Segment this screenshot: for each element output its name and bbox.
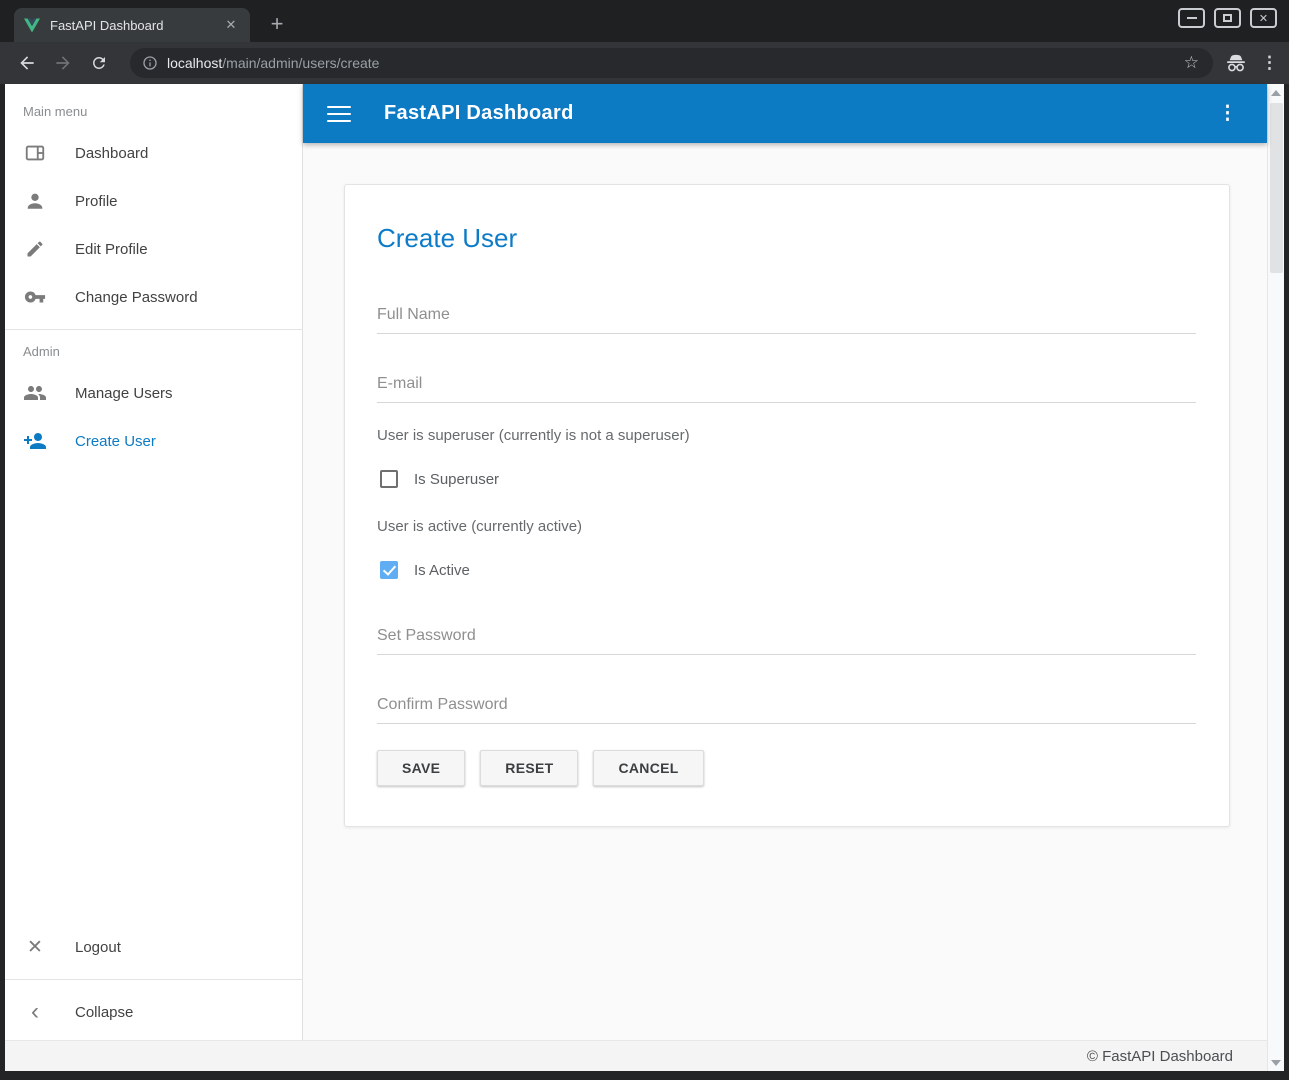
close-icon: ✕ — [1259, 12, 1268, 25]
sidebar-item-label: Logout — [75, 939, 121, 956]
tab-title: FastAPI Dashboard — [50, 18, 222, 33]
app-title: FastAPI Dashboard — [384, 102, 1218, 125]
bookmark-star-icon[interactable]: ☆ — [1182, 53, 1201, 73]
sidebar-bottom: ✕ Logout ‹ Collapse — [5, 923, 302, 1040]
scroll-down-icon — [1271, 1060, 1281, 1066]
checkbox-label: Is Superuser — [414, 471, 499, 488]
incognito-icon — [1225, 54, 1247, 72]
appbar-menu-icon[interactable]: ⋮ — [1218, 102, 1237, 125]
page-footer: © FastAPI Dashboard — [5, 1040, 1267, 1071]
pencil-icon — [23, 237, 47, 261]
page-title: Create User — [377, 223, 1196, 254]
sidebar-item-label: Manage Users — [75, 385, 173, 402]
main-area: FastAPI Dashboard ⋮ Create User — [303, 84, 1267, 1040]
active-hint: User is active (currently active) — [377, 518, 1196, 535]
scroll-down-arrow[interactable] — [1268, 1054, 1285, 1071]
checkbox-label: Is Active — [414, 562, 470, 579]
back-button[interactable] — [12, 48, 42, 78]
maximize-icon — [1223, 14, 1232, 22]
sidebar-item-manage-users[interactable]: Manage Users — [5, 369, 302, 417]
browser-menu-icon[interactable]: ⋮ — [1261, 53, 1277, 73]
full-name-input[interactable] — [377, 306, 1196, 334]
confirm-password-field — [377, 696, 1196, 724]
page-content: Create User User is superuser (currently… — [303, 143, 1267, 1040]
minimize-icon — [1187, 17, 1197, 19]
browser-tab[interactable]: FastAPI Dashboard ✕ — [14, 8, 250, 42]
sidebar-divider — [5, 329, 302, 330]
scrollbar[interactable] — [1267, 84, 1284, 1071]
people-icon — [23, 381, 47, 405]
tab-strip: FastAPI Dashboard ✕ + ✕ — [0, 0, 1289, 42]
reload-button[interactable] — [84, 48, 114, 78]
sidebar-item-label: Edit Profile — [75, 241, 148, 258]
window-controls: ✕ — [1178, 8, 1277, 28]
person-add-icon — [23, 429, 47, 453]
scroll-up-icon — [1271, 90, 1281, 96]
hamburger-menu-icon[interactable] — [327, 106, 351, 122]
sidebar-section-admin: Admin — [23, 344, 302, 359]
dashboard-icon — [23, 141, 47, 165]
set-password-input[interactable] — [377, 627, 1196, 655]
url-text: localhost/main/admin/users/create — [167, 55, 1182, 71]
browser-window: FastAPI Dashboard ✕ + ✕ localhost/main/a… — [0, 0, 1289, 1080]
tab-close-icon[interactable]: ✕ — [222, 16, 240, 34]
toolbar-right: ⋮ — [1225, 53, 1277, 73]
scrollbar-thumb[interactable] — [1270, 103, 1283, 273]
sidebar-item-edit-profile[interactable]: Edit Profile — [5, 225, 302, 273]
scroll-up-arrow[interactable] — [1268, 84, 1285, 101]
sidebar-item-logout[interactable]: ✕ Logout — [5, 923, 302, 971]
sidebar-item-label: Profile — [75, 193, 118, 210]
key-icon — [23, 285, 47, 309]
reload-icon — [90, 54, 108, 72]
set-password-field — [377, 627, 1196, 655]
sidebar: Main menu Dashboard Profile — [5, 84, 303, 1040]
address-bar[interactable]: localhost/main/admin/users/create ☆ — [130, 48, 1213, 78]
minimize-button[interactable] — [1178, 8, 1205, 28]
back-arrow-icon — [17, 53, 37, 73]
sidebar-item-change-password[interactable]: Change Password — [5, 273, 302, 321]
form-buttons: SAVE RESET CANCEL — [377, 750, 1196, 786]
browser-toolbar: localhost/main/admin/users/create ☆ ⋮ — [0, 42, 1289, 84]
close-button[interactable]: ✕ — [1250, 8, 1277, 28]
maximize-button[interactable] — [1214, 8, 1241, 28]
chevron-left-icon: ‹ — [23, 1000, 47, 1024]
create-user-card: Create User User is superuser (currently… — [344, 184, 1230, 827]
is-superuser-checkbox-row[interactable]: Is Superuser — [377, 470, 1196, 488]
page-info-icon[interactable] — [142, 55, 158, 71]
sidebar-item-create-user[interactable]: Create User — [5, 417, 302, 465]
logout-x-icon: ✕ — [23, 935, 47, 959]
new-tab-button[interactable]: + — [262, 10, 292, 40]
email-input[interactable] — [377, 375, 1196, 403]
save-button[interactable]: SAVE — [377, 750, 465, 786]
copyright-text: © FastAPI Dashboard — [1087, 1048, 1233, 1065]
full-name-field — [377, 306, 1196, 334]
sidebar-section-main-menu: Main menu — [23, 104, 302, 119]
app-bar: FastAPI Dashboard ⋮ — [303, 84, 1267, 143]
sidebar-item-profile[interactable]: Profile — [5, 177, 302, 225]
forward-button[interactable] — [48, 48, 78, 78]
reset-button[interactable]: RESET — [480, 750, 578, 786]
is-active-checkbox[interactable] — [380, 561, 398, 579]
is-superuser-checkbox[interactable] — [380, 470, 398, 488]
superuser-hint: User is superuser (currently is not a su… — [377, 427, 1196, 444]
confirm-password-input[interactable] — [377, 696, 1196, 724]
cancel-button[interactable]: CANCEL — [593, 750, 703, 786]
sidebar-item-label: Dashboard — [75, 145, 148, 162]
sidebar-item-collapse[interactable]: ‹ Collapse — [5, 988, 302, 1036]
url-host: localhost — [167, 55, 222, 71]
sidebar-item-dashboard[interactable]: Dashboard — [5, 129, 302, 177]
is-active-checkbox-row[interactable]: Is Active — [377, 561, 1196, 579]
sidebar-item-label: Create User — [75, 433, 156, 450]
forward-arrow-icon — [53, 53, 73, 73]
page-viewport: Main menu Dashboard Profile — [5, 84, 1284, 1071]
vue-logo-icon — [24, 18, 40, 33]
sidebar-item-label: Collapse — [75, 1004, 133, 1021]
email-field — [377, 375, 1196, 403]
sidebar-divider — [5, 979, 302, 980]
person-icon — [23, 189, 47, 213]
url-path: /main/admin/users/create — [222, 55, 379, 71]
sidebar-item-label: Change Password — [75, 289, 198, 306]
